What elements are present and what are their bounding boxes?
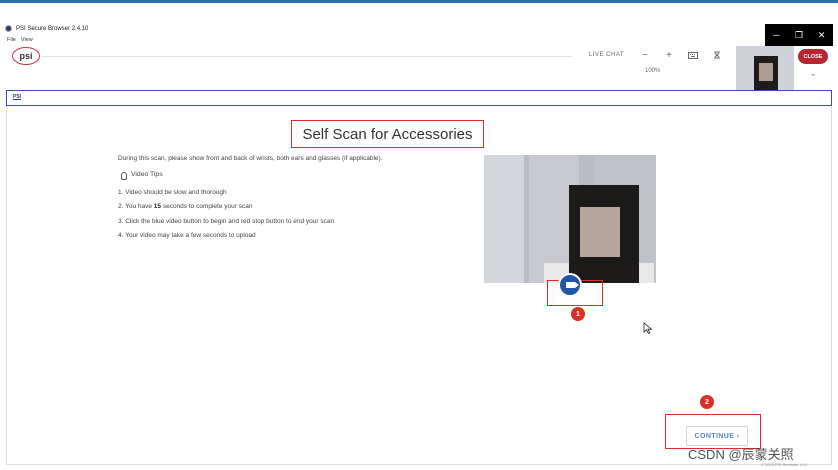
tip-item: 4. Your video may take a few seconds to … <box>118 232 256 239</box>
zoom-in-button[interactable]: + <box>662 49 676 61</box>
video-camera-icon <box>565 282 579 288</box>
live-chat-button[interactable]: LIVE CHAT <box>585 49 628 61</box>
step-badge-1: 1 <box>571 307 585 321</box>
preview-background <box>484 155 524 283</box>
title-bar: PSI Secure Browser 2.4.10 <box>5 25 88 32</box>
lightbulb-icon <box>121 171 127 180</box>
tips-list: 1. Video should be slow and thorough 2. … <box>118 188 458 240</box>
app-window: PSI Secure Browser 2.4.10 File View ─ ❐ … <box>0 0 838 470</box>
window-title: PSI Secure Browser 2.4.10 <box>16 25 89 32</box>
scan-seconds: 15 <box>153 203 162 210</box>
calculator-icon[interactable] <box>710 49 724 61</box>
tip-text: seconds to complete your scan <box>161 203 253 210</box>
video-tips-title: Video Tips <box>131 171 163 179</box>
window-top-border <box>0 0 838 3</box>
menu-view[interactable]: View <box>21 37 33 43</box>
tab-psi[interactable]: PSI <box>13 94 21 100</box>
webcam-thumbnail <box>736 46 794 92</box>
page-title: Self Scan for Accessories <box>291 120 484 148</box>
zoom-level: 100% <box>645 68 661 74</box>
video-tips-heading: Video Tips <box>121 171 458 180</box>
step-badge-2: 2 <box>700 395 714 409</box>
record-video-button[interactable] <box>558 273 582 297</box>
tip-item: 1. Video should be slow and thorough <box>118 188 227 196</box>
tip-item: 2. You have 15 seconds to complete your … <box>118 203 458 211</box>
restore-button[interactable]: ❐ <box>788 24 811 46</box>
preview-subject <box>580 207 620 257</box>
continue-button[interactable]: CONTINUE › <box>686 426 748 446</box>
toolbar: LIVE CHAT − + <box>585 49 724 61</box>
zoom-out-button[interactable]: − <box>638 49 652 61</box>
menu-file[interactable]: File <box>7 37 16 43</box>
minimize-button[interactable]: ─ <box>765 24 788 46</box>
header-divider <box>42 56 572 57</box>
window-controls: ─ ❐ ✕ <box>765 24 833 46</box>
close-button[interactable]: CLOSE <box>798 49 828 64</box>
tip-item: 3. Click the blue video button to begin … <box>118 217 335 225</box>
webcam-preview <box>484 155 656 283</box>
app-icon <box>5 25 12 32</box>
tab-strip: PSI <box>6 90 832 106</box>
keyboard-icon[interactable] <box>686 49 700 61</box>
menu-bar: File View <box>7 37 33 43</box>
watermark-text: CSDN @辰蒙关照 <box>688 447 794 462</box>
tip-text: 2. You have <box>118 203 154 210</box>
instructions-intro: During this scan, please show front and … <box>118 155 383 162</box>
window-close-button[interactable]: ✕ <box>810 24 833 46</box>
collapse-icon[interactable]: ⌃ <box>806 70 820 84</box>
instructions: During this scan, please show front and … <box>118 155 458 248</box>
mouse-cursor-icon <box>643 322 653 334</box>
psi-logo: psi <box>12 47 40 65</box>
